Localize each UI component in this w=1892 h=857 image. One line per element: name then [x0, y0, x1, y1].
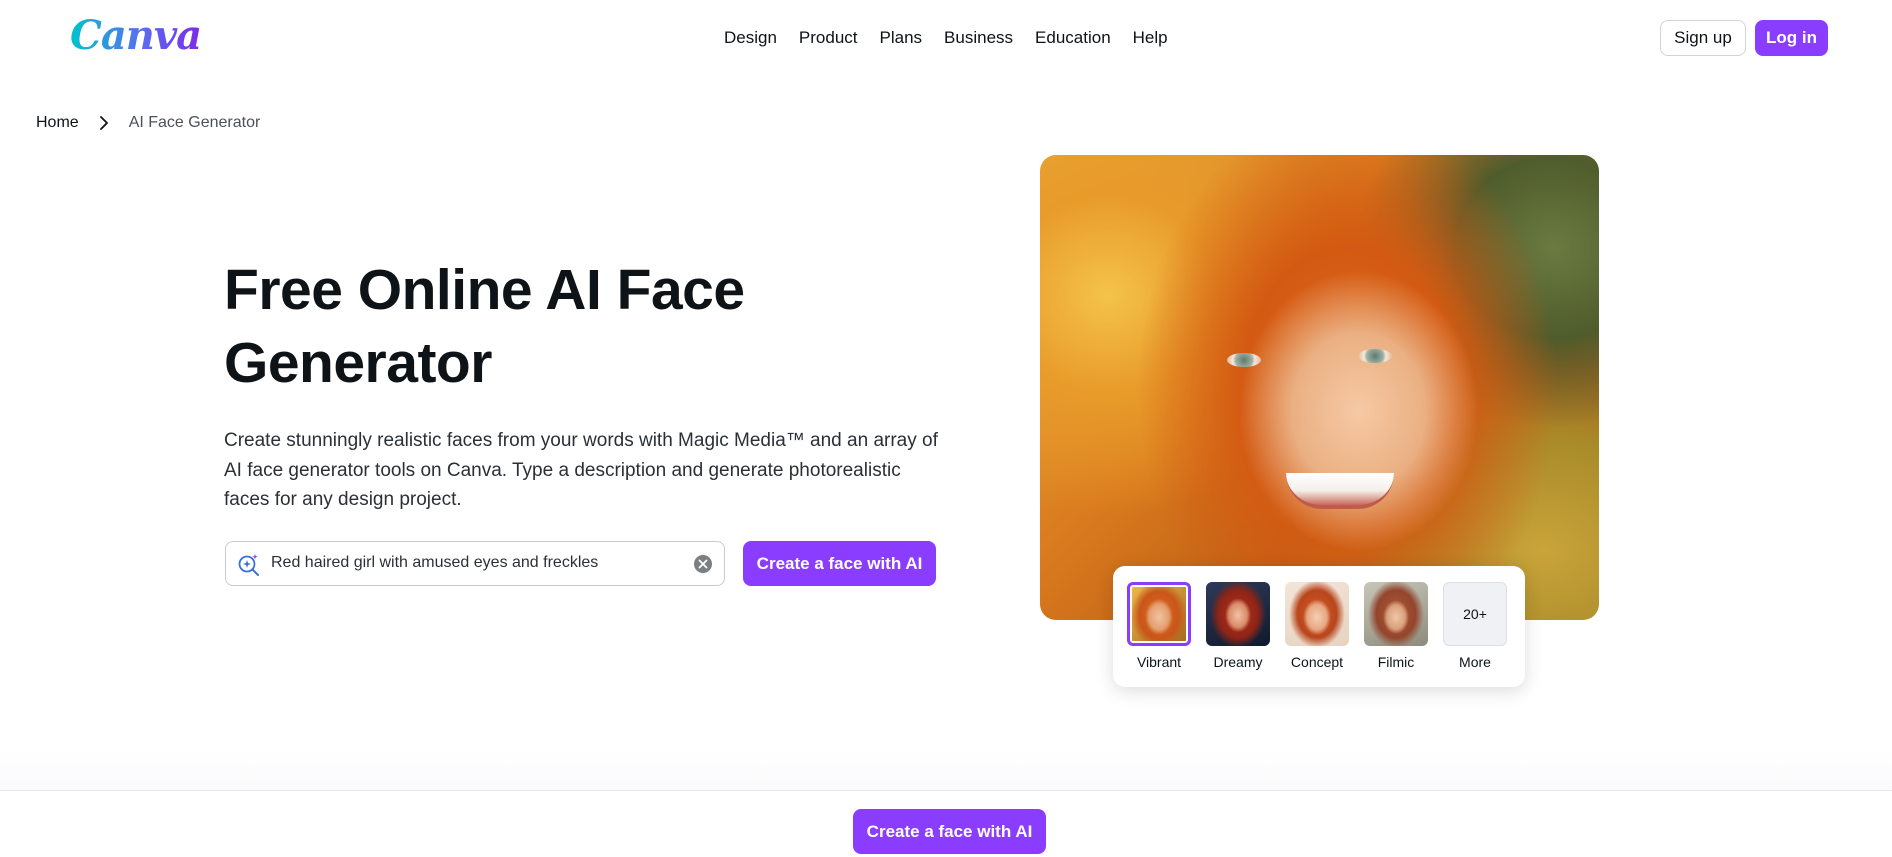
page-title: Free Online AI Face Generator [224, 254, 984, 400]
magic-search-icon [236, 552, 262, 578]
chevron-right-icon [91, 113, 117, 133]
nav-business[interactable]: Business [933, 26, 1024, 50]
filmic-style-thumbnail [1364, 582, 1428, 646]
log-in-button[interactable]: Log in [1755, 20, 1828, 56]
style-option-label: Vibrant [1136, 654, 1182, 670]
style-option-label: Filmic [1377, 654, 1415, 670]
page-title-line-1: Free Online AI Face [224, 258, 745, 322]
create-face-button[interactable]: Create a face with AI [743, 541, 936, 586]
left-eye-graphic [1227, 353, 1261, 367]
breadcrumb-home-link[interactable]: Home [36, 114, 79, 132]
nav-plans[interactable]: Plans [869, 26, 934, 50]
main-nav: Design Product Plans Business Education … [713, 26, 1179, 50]
style-option-label: More [1459, 654, 1491, 670]
more-styles-count: 20+ [1443, 582, 1507, 646]
concept-style-thumbnail [1285, 582, 1349, 646]
hero-face-image [1040, 155, 1599, 620]
hero-description: Create stunningly realistic faces from y… [224, 430, 938, 510]
nav-education[interactable]: Education [1024, 26, 1122, 50]
page-title-line-2: Generator [224, 331, 492, 395]
prompt-input[interactable]: Red haired girl with amused eyes and fre… [225, 541, 725, 586]
smile-graphic [1286, 473, 1394, 509]
sticky-bottom-bar: Create a face with AI [0, 790, 1892, 857]
nav-help[interactable]: Help [1122, 26, 1179, 50]
bottom-fade [0, 750, 1892, 790]
canva-logo[interactable]: Canva [70, 12, 202, 59]
style-picker: Vibrant Dreamy Concept Filmic 20+ More [1113, 566, 1525, 687]
sign-up-button[interactable]: Sign up [1660, 20, 1746, 56]
nav-product[interactable]: Product [788, 26, 869, 50]
style-option-concept[interactable]: Concept [1284, 582, 1350, 670]
style-option-label: Dreamy [1213, 654, 1263, 670]
style-option-label: Concept [1290, 654, 1344, 670]
clear-icon[interactable] [693, 554, 713, 574]
create-face-button-sticky[interactable]: Create a face with AI [853, 809, 1046, 854]
breadcrumb: Home AI Face Generator [36, 113, 260, 133]
site-header: Canva Design Product Plans Business Educ… [0, 0, 1892, 76]
dreamy-style-thumbnail [1206, 582, 1270, 646]
right-eye-graphic [1358, 349, 1392, 363]
nav-design[interactable]: Design [713, 26, 788, 50]
style-option-dreamy[interactable]: Dreamy [1205, 582, 1271, 670]
vibrant-style-thumbnail [1127, 582, 1191, 646]
style-option-more[interactable]: 20+ More [1442, 582, 1508, 670]
style-option-filmic[interactable]: Filmic [1363, 582, 1429, 670]
style-option-vibrant[interactable]: Vibrant [1126, 582, 1192, 670]
breadcrumb-current: AI Face Generator [128, 114, 261, 131]
prompt-input-value[interactable]: Red haired girl with amused eyes and fre… [271, 554, 598, 572]
